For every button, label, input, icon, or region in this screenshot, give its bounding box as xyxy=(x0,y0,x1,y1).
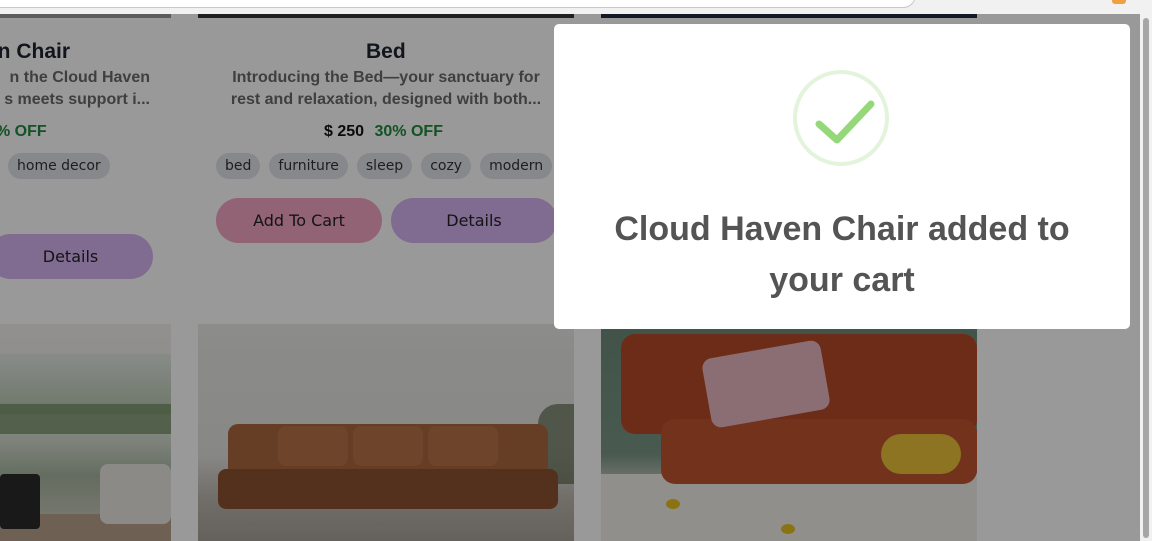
success-dialog: Cloud Haven Chair added to your cart xyxy=(554,24,1130,329)
scrollbar-thumb[interactable] xyxy=(1143,18,1149,538)
check-icon xyxy=(815,100,875,144)
dialog-message: Cloud Haven Chair added to your cart xyxy=(614,210,1070,299)
address-bar[interactable] xyxy=(0,0,916,8)
success-check-icon xyxy=(793,70,889,166)
extension-icon[interactable] xyxy=(1112,0,1126,4)
browser-toolbar xyxy=(0,0,1152,14)
